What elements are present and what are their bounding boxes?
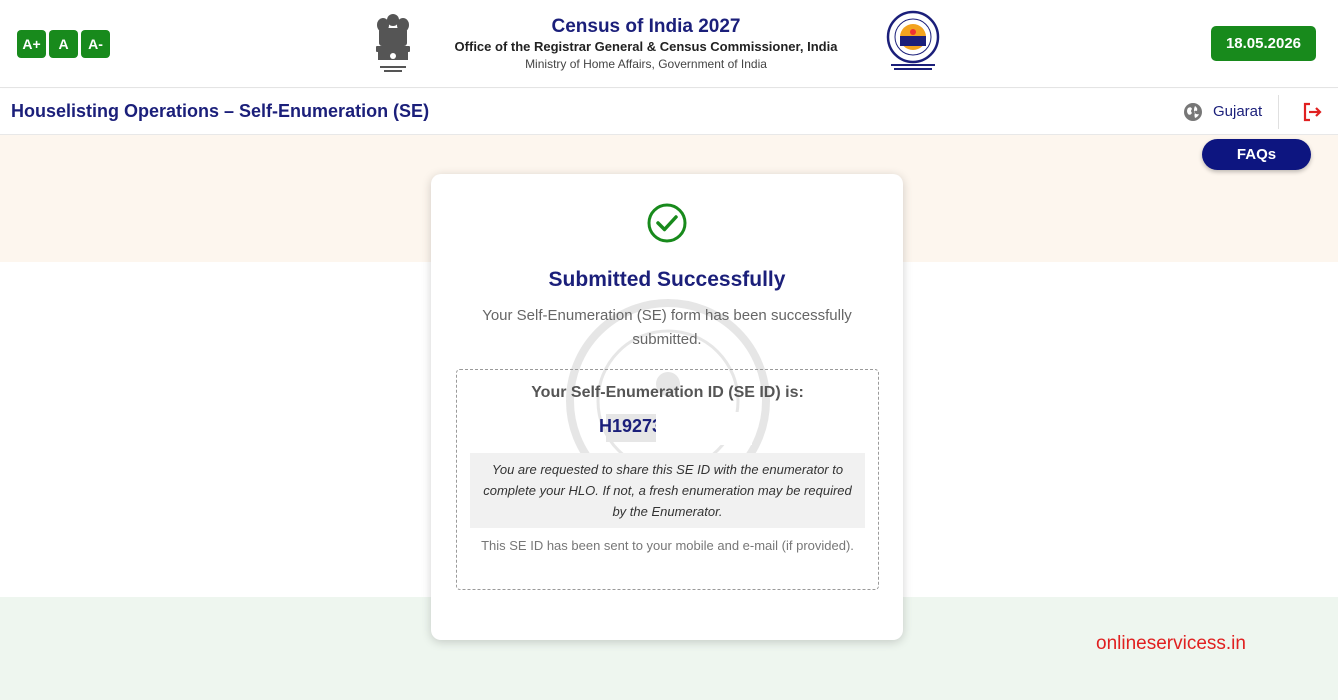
date-badge: 18.05.2026: [1211, 26, 1316, 61]
national-emblem-icon: [376, 14, 410, 72]
logout-icon[interactable]: [1301, 101, 1323, 123]
top-header: A+ A A- Census of India 2027 Office of t…: [0, 0, 1338, 88]
success-title: Submitted Successfully: [548, 268, 786, 291]
header-divider: [1278, 95, 1279, 129]
site-subtitle: Office of the Registrar General & Census…: [454, 39, 838, 54]
site-credit-watermark: onlineservicess.in: [1096, 633, 1246, 654]
success-message: Your Self-Enumeration (SE) form has been…: [482, 307, 852, 348]
success-card: Submitted Successfully Your Self-Enumera…: [431, 174, 903, 640]
globe-icon: [1184, 103, 1202, 121]
share-id-note: You are requested to share this SE ID wi…: [470, 453, 865, 528]
state-selector[interactable]: Gujarat: [1213, 103, 1262, 120]
ministry-name: Ministry of Home Affairs, Government of …: [525, 57, 767, 71]
site-title: Census of India 2027: [551, 16, 741, 37]
font-size-controls: A+ A A-: [17, 30, 110, 58]
se-id-box: Your Self-Enumeration ID (SE ID) is: H19…: [456, 369, 879, 590]
sub-header: Houselisting Operations – Self-Enumerati…: [0, 89, 1338, 135]
check-circle-icon: [647, 203, 687, 243]
se-id-value: H19273: [599, 416, 663, 436]
sms-email-note: This SE ID has been sent to your mobile …: [481, 538, 854, 553]
se-id-label: Your Self-Enumeration ID (SE ID) is:: [531, 384, 804, 401]
font-increase-button[interactable]: A+: [17, 30, 46, 58]
font-decrease-button[interactable]: A-: [81, 30, 110, 58]
page-title: Houselisting Operations – Self-Enumerati…: [11, 101, 430, 121]
se-id-redaction: [656, 412, 752, 445]
faq-button[interactable]: FAQs: [1202, 139, 1311, 170]
font-normal-button[interactable]: A: [49, 30, 78, 58]
title-block: Census of India 2027 Office of the Regis…: [430, 16, 862, 72]
census-logo-icon: [886, 10, 940, 70]
